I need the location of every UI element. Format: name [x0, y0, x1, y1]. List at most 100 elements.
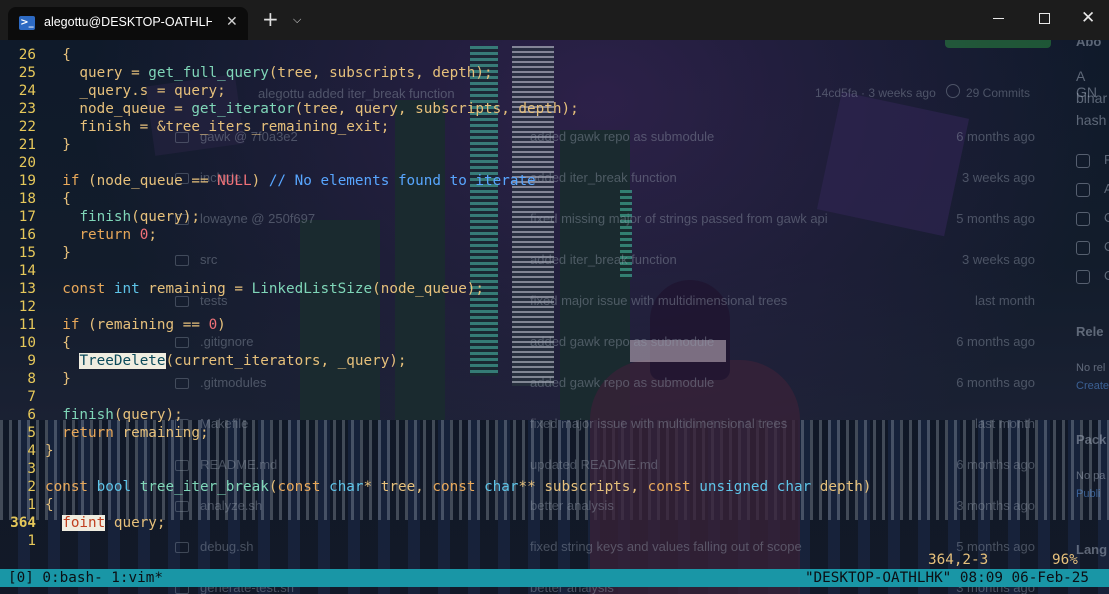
code-token: return: [62, 425, 114, 441]
line-number: 26: [18, 47, 36, 63]
code-line: 13 const int remaining = LinkedListSize(…: [0, 280, 1000, 298]
terminal-tab[interactable]: >_ alegottu@DESKTOP-OATHLHK ✕: [8, 7, 248, 40]
publish-package-link: Publi: [1076, 488, 1101, 500]
new-tab-icon[interactable]: +: [262, 9, 279, 29]
code-token: ** subscripts,: [518, 479, 648, 495]
code-line: 21 }: [0, 136, 1000, 154]
code-token: }: [45, 137, 71, 153]
code-line: 25 query = get_full_query(tree, subscrip…: [0, 64, 1000, 82]
line-text: node_queue = get_iterator(tree, query, s…: [45, 100, 578, 118]
code-token: remaining =: [139, 281, 252, 297]
line-number: 1: [27, 497, 36, 513]
code-token: (remaining ==: [79, 317, 209, 333]
line-number: 24: [18, 83, 36, 99]
packages-heading: Pack: [1076, 432, 1107, 447]
code-token: get_iterator: [191, 101, 295, 117]
line-text: finish(query);: [45, 406, 183, 424]
code-token: (query);: [131, 209, 200, 225]
code-line: 1: [0, 532, 1000, 550]
line-number: 4: [27, 443, 36, 459]
sidebar-link: R: [1104, 152, 1109, 167]
chevron-down-icon[interactable]: ⌵: [293, 13, 301, 27]
code-token: ): [217, 317, 226, 333]
line-text: {: [45, 46, 71, 64]
code-token: char: [329, 479, 364, 495]
code-token: {: [45, 191, 71, 207]
code-token: if: [62, 317, 80, 333]
close-tab-icon[interactable]: ✕: [226, 14, 238, 30]
line-number: 12: [18, 299, 36, 315]
code-token: (query);: [113, 407, 183, 423]
vim-ruler-percent: 96%: [1052, 552, 1078, 568]
code-line: 17 finish(query);: [0, 208, 1000, 226]
code-token: (node_queue ==: [79, 173, 218, 189]
line-number: 15: [18, 245, 36, 261]
code-token: if: [62, 173, 80, 189]
code-token: query;: [105, 515, 166, 531]
code-line: 15 }: [0, 244, 1000, 262]
terminal-viewport[interactable]: alegottu added iter_break function 14cd5…: [0, 40, 1109, 594]
maximize-icon[interactable]: [1039, 13, 1050, 24]
minimize-icon[interactable]: [993, 18, 1004, 19]
about-sidebar: Abo A GN binar hash R A O O O Rele No re…: [1068, 40, 1109, 594]
code-line: 4}: [0, 442, 1000, 460]
line-number: 5: [27, 425, 36, 441]
code-line: 12: [0, 298, 1000, 316]
sidebar-link: O: [1104, 210, 1109, 225]
code-line: 10 {: [0, 334, 1000, 352]
code-token: node_queue =: [45, 101, 192, 117]
line-text: _query.s = query;: [45, 82, 226, 100]
code-token: finish = &tree_iters_remaining_exit;: [45, 119, 390, 135]
line-text: if (node_queue == NULL) // No elements f…: [45, 172, 535, 190]
line-text: {: [45, 190, 71, 208]
line-number: 22: [18, 119, 36, 135]
code-token: }: [45, 245, 71, 261]
code-token: char: [484, 479, 519, 495]
code-line: 364 foint query;: [0, 514, 1000, 532]
releases-heading: Rele: [1076, 324, 1104, 339]
line-text: foint query;: [45, 514, 166, 532]
line-number: 11: [18, 317, 36, 333]
code-token: _query.s = query;: [45, 83, 226, 99]
about-description: hash: [1076, 112, 1107, 128]
code-token: {: [62, 47, 71, 63]
powershell-icon: >_: [19, 16, 35, 30]
code-token: finish: [62, 407, 114, 423]
code-token: bool: [96, 479, 132, 495]
code-token: {: [45, 335, 71, 351]
title-bar: >_ alegottu@DESKTOP-OATHLHK ✕ + ⌵ ✕: [0, 0, 1109, 40]
line-number: 13: [18, 281, 36, 297]
code-token: TreeDelete: [79, 353, 166, 369]
line-number: 19: [18, 173, 36, 189]
line-text: const int remaining = LinkedListSize(nod…: [45, 280, 484, 298]
code-line: 2 const bool tree_iter_break(const char* …: [0, 478, 1000, 496]
close-window-icon[interactable]: ✕: [1081, 8, 1095, 28]
line-text: const bool tree_iter_break(const char* t…: [45, 478, 871, 496]
about-title: Abo: [1076, 40, 1102, 49]
sidebar-link: A: [1104, 181, 1109, 196]
code-token: (current_iterators, _query);: [165, 353, 407, 369]
code-line: 26 {: [0, 46, 1000, 64]
code-token: remaining;: [113, 425, 209, 441]
tmux-host-clock: "DESKTOP-OATHLHK" 08:09 06-Feb-25: [804, 570, 1089, 586]
code-line: 20: [0, 154, 1000, 172]
tmux-window-list[interactable]: [0] 0:bash- 1:vim*: [8, 569, 163, 587]
line-text: }: [45, 136, 71, 154]
code-token: unsigned: [699, 479, 769, 495]
line-number: 2: [27, 479, 36, 495]
line-text: {: [45, 496, 54, 514]
vim-ruler-position: 364,2-3: [928, 552, 989, 568]
code-line: 6 finish(query);: [0, 406, 1000, 424]
code-line: 22 finish = &tree_iters_remaining_exit;: [0, 118, 1000, 136]
code-line: 16 return 0;: [0, 226, 1000, 244]
code-token: NULL: [217, 173, 252, 189]
